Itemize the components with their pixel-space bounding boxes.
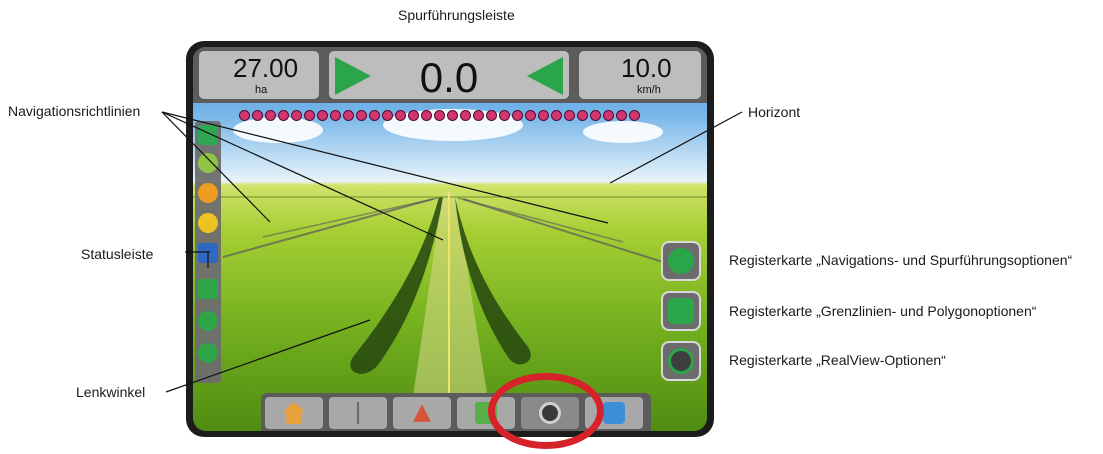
led-indicator — [538, 110, 549, 121]
area-value: 27.00 — [233, 53, 299, 83]
autosteer-icon[interactable] — [198, 343, 218, 363]
realview-options-icon — [668, 348, 694, 374]
highlight-ring — [488, 373, 604, 449]
speed-unit: km/h — [637, 84, 661, 96]
speed-readout[interactable]: 10.0 km/h — [579, 51, 701, 99]
gps-status-icon[interactable] — [198, 125, 218, 145]
display-device: 27.00 ha 0.0 10.0 km/h — [186, 41, 714, 437]
led-indicator — [252, 110, 263, 121]
led-indicator — [304, 110, 315, 121]
guidance-mode-icon[interactable] — [198, 279, 218, 299]
led-indicator — [291, 110, 302, 121]
boundary-options-icon — [668, 298, 694, 324]
led-indicator — [278, 110, 289, 121]
nav-guidelines-callout: Navigationsrichtlinien — [8, 103, 141, 119]
led-indicator — [525, 110, 536, 121]
led-indicator — [369, 110, 380, 121]
satellite-icon[interactable] — [198, 213, 218, 233]
led-indicator — [395, 110, 406, 121]
tools-icon — [356, 402, 360, 424]
tab-boundary-callout: Registerkarte „Grenzlinien- und Polygono… — [729, 303, 1037, 319]
horizon-callout: Horizont — [748, 104, 801, 120]
led-indicator — [499, 110, 510, 121]
navigation-options-tab[interactable] — [661, 241, 701, 281]
layers-icon — [603, 402, 625, 424]
rate-control-icon[interactable] — [198, 311, 218, 331]
led-indicator — [265, 110, 276, 121]
guidance-screen: 27.00 ha 0.0 10.0 km/h — [193, 47, 707, 431]
led-indicator — [330, 110, 341, 121]
status-bar[interactable] — [195, 121, 221, 383]
steering-angle-callout: Lenkwinkel — [76, 384, 146, 400]
tools-button[interactable] — [329, 397, 387, 429]
led-indicator — [603, 110, 614, 121]
led-indicator — [629, 110, 640, 121]
home-button[interactable] — [265, 397, 323, 429]
area-unit: ha — [255, 84, 268, 96]
led-indicator — [473, 110, 484, 121]
section-status-icon[interactable] — [198, 183, 218, 203]
guidance-bar-callout: Spurführungsleiste — [398, 7, 515, 23]
cross-track-readout: 0.0 — [329, 51, 569, 101]
realview-options-tab[interactable] — [661, 341, 701, 381]
led-indicator — [382, 110, 393, 121]
led-indicator — [408, 110, 419, 121]
guidance-bar: 27.00 ha 0.0 10.0 km/h — [193, 47, 707, 103]
led-indicator — [564, 110, 575, 121]
led-indicator — [616, 110, 627, 121]
led-indicator — [486, 110, 497, 121]
led-indicator — [356, 110, 367, 121]
speed-value: 10.0 — [621, 53, 672, 83]
boundary-options-tab[interactable] — [661, 291, 701, 331]
home-icon — [283, 402, 305, 424]
steering-status-icon[interactable] — [198, 153, 218, 173]
led-indicator — [343, 110, 354, 121]
led-indicator — [317, 110, 328, 121]
led-indicator — [447, 110, 458, 121]
led-indicator — [577, 110, 588, 121]
guidance-view-button[interactable] — [393, 397, 451, 429]
led-indicator — [512, 110, 523, 121]
navigation-options-icon — [668, 248, 694, 274]
led-indicator — [590, 110, 601, 121]
led-indicator — [460, 110, 471, 121]
led-indicator — [239, 110, 250, 121]
led-indicator — [551, 110, 562, 121]
led-indicator — [421, 110, 432, 121]
led-indicator — [434, 110, 445, 121]
status-bar-callout: Statusleiste — [81, 246, 154, 262]
tab-navigation-callout: Registerkarte „Navigations- und Spurführ… — [729, 252, 1073, 268]
steer-left-arrow-icon — [527, 57, 563, 95]
field-view — [193, 192, 707, 431]
tab-realview-callout: Registerkarte „RealView-Optionen“ — [729, 352, 946, 368]
area-readout[interactable]: 27.00 ha — [199, 51, 319, 99]
tilt-icon[interactable] — [198, 243, 218, 263]
led-lightbar — [239, 110, 640, 121]
guidance-view-icon — [413, 404, 431, 422]
